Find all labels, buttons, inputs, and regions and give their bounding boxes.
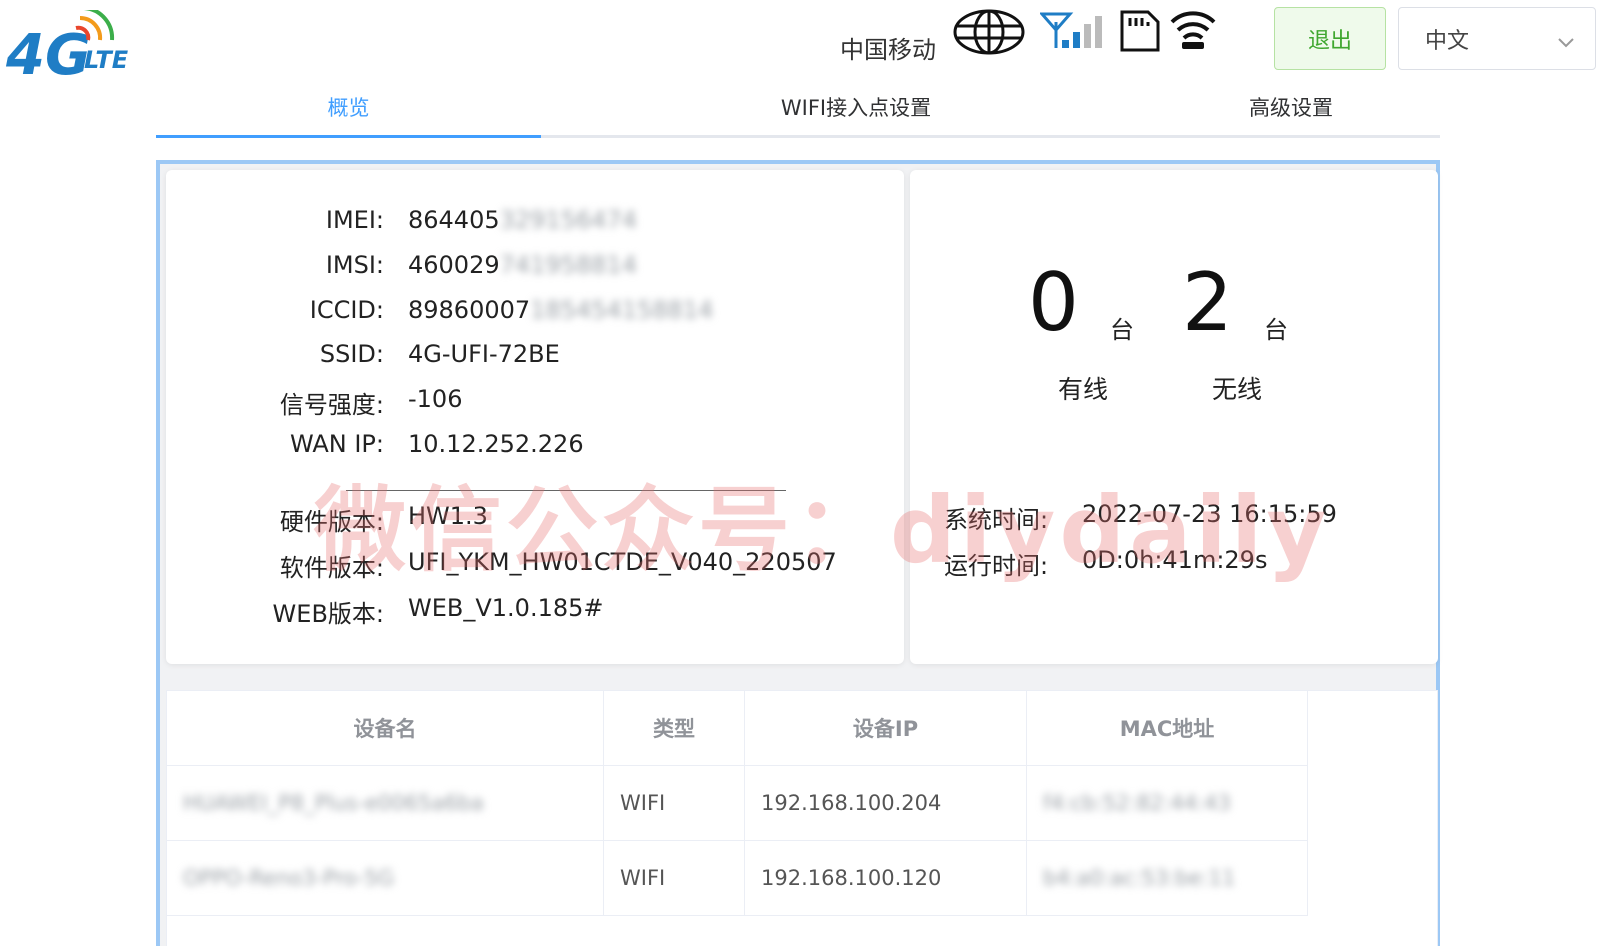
col-header-type: 类型 <box>604 691 745 766</box>
table-row-ip: 192.168.100.204 <box>745 766 1027 841</box>
operator-name: 中国移动 <box>840 36 936 64</box>
wired-count: 0 <box>1028 256 1079 349</box>
tab-advanced-settings[interactable]: 高级设置 <box>1146 92 1436 122</box>
iccid-hidden: 185454158814 <box>530 296 714 324</box>
wireless-label: 无线 <box>1212 375 1263 404</box>
ssid-value: 4G-UFI-72BE <box>408 340 560 368</box>
uptime-row: 运行时间: 0D:0h:41m:29s <box>944 546 1267 581</box>
main-tabs: 概览 WIFI接入点设置 高级设置 <box>156 84 1440 138</box>
hw-version-value: HW1.3 <box>408 502 488 530</box>
wan-ip-value: 10.12.252.226 <box>408 430 584 458</box>
chevron-down-icon <box>1557 30 1575 55</box>
overview-panel: IMEI: 864405329156474 IMSI: 460029741958… <box>156 160 1440 946</box>
hw-version-label: 硬件版本: <box>279 508 384 536</box>
connected-devices-card: 0 台 2 台 有线 无线 系统时间: 2022-07-23 16:15:59 … <box>910 170 1438 664</box>
globe-icon <box>952 8 1026 60</box>
device-name-blurred: HUAWEI_P8_Plus-e0065a6ba <box>183 791 484 815</box>
language-select[interactable]: 中文 <box>1398 7 1596 70</box>
table-row-type: WIFI <box>604 841 745 916</box>
signal-label: 信号强度: <box>279 391 384 419</box>
table-row-device-name: HUAWEI_P8_Plus-e0065a6ba <box>167 766 604 841</box>
4g-lte-logo: 4G LTE <box>4 6 144 88</box>
col-header-mac: MAC地址 <box>1027 691 1308 766</box>
wireless-unit: 台 <box>1264 316 1288 344</box>
logout-button[interactable]: 退出 <box>1274 7 1386 70</box>
wireless-count: 2 <box>1182 256 1233 349</box>
language-value: 中文 <box>1425 28 1470 54</box>
iccid-value: 89860007 <box>408 296 531 324</box>
tab-wifi-access-point[interactable]: WIFI接入点设置 <box>606 92 1106 122</box>
wan-ip-label: WAN IP: <box>289 430 384 458</box>
mac-blurred: f4:cb:52:82:44:43 <box>1043 791 1231 815</box>
iccid-label: ICCID: <box>309 296 384 324</box>
mac-blurred: b4:a0:ac:53:be:11 <box>1043 866 1236 890</box>
col-header-device-name: 设备名 <box>167 691 604 766</box>
svg-text:4G: 4G <box>5 23 91 82</box>
wifi-icon <box>1170 8 1216 56</box>
table-row-mac: b4:a0:ac:53:be:11 <box>1027 841 1308 916</box>
system-time-label: 系统时间: <box>944 506 1049 534</box>
active-tab-indicator <box>156 135 541 138</box>
ssid-label: SSID: <box>319 340 384 368</box>
device-name-blurred: OPPO-Reno3-Pro-5G <box>183 866 395 890</box>
system-time-row: 系统时间: 2022-07-23 16:15:59 <box>944 500 1337 535</box>
device-table: 设备名 类型 设备IP MAC地址 HUAWEI_P8_Plus-e0065a6… <box>166 690 1438 946</box>
col-header-ip: 设备IP <box>745 691 1027 766</box>
imei-label: IMEI: <box>325 206 384 234</box>
imsi-label: IMSI: <box>325 251 384 279</box>
wired-unit: 台 <box>1110 316 1134 344</box>
table-row-type: WIFI <box>604 766 745 841</box>
tab-overview[interactable]: 概览 <box>156 92 541 122</box>
svg-text:LTE: LTE <box>84 46 129 74</box>
table-row-device-name: OPPO-Reno3-Pro-5G <box>167 841 604 916</box>
signal-strength-icon <box>1038 12 1104 54</box>
sw-version-value: UFI_YKM_HW01CTDE_V040_220507 <box>408 548 837 576</box>
sim-card-icon <box>1118 10 1160 56</box>
imsi-value: 460029 <box>408 251 500 279</box>
wired-label: 有线 <box>1058 375 1109 404</box>
table-row-ip: 192.168.100.120 <box>745 841 1027 916</box>
web-version-value: WEB_V1.0.185# <box>408 594 604 622</box>
imei-hidden: 329156474 <box>499 206 638 234</box>
system-time-value: 2022-07-23 16:15:59 <box>1082 500 1337 528</box>
table-row-mac: f4:cb:52:82:44:43 <box>1027 766 1308 841</box>
device-info-card: IMEI: 864405329156474 IMSI: 460029741958… <box>166 170 904 664</box>
uptime-value: 0D:0h:41m:29s <box>1082 546 1268 574</box>
sw-version-label: 软件版本: <box>279 554 384 582</box>
web-version-label: WEB版本: <box>272 600 384 628</box>
imei-value: 864405 <box>408 206 500 234</box>
uptime-label: 运行时间: <box>944 552 1049 580</box>
imsi-hidden: 741958814 <box>499 251 638 279</box>
info-divider <box>346 490 786 491</box>
signal-value: -106 <box>408 385 463 413</box>
